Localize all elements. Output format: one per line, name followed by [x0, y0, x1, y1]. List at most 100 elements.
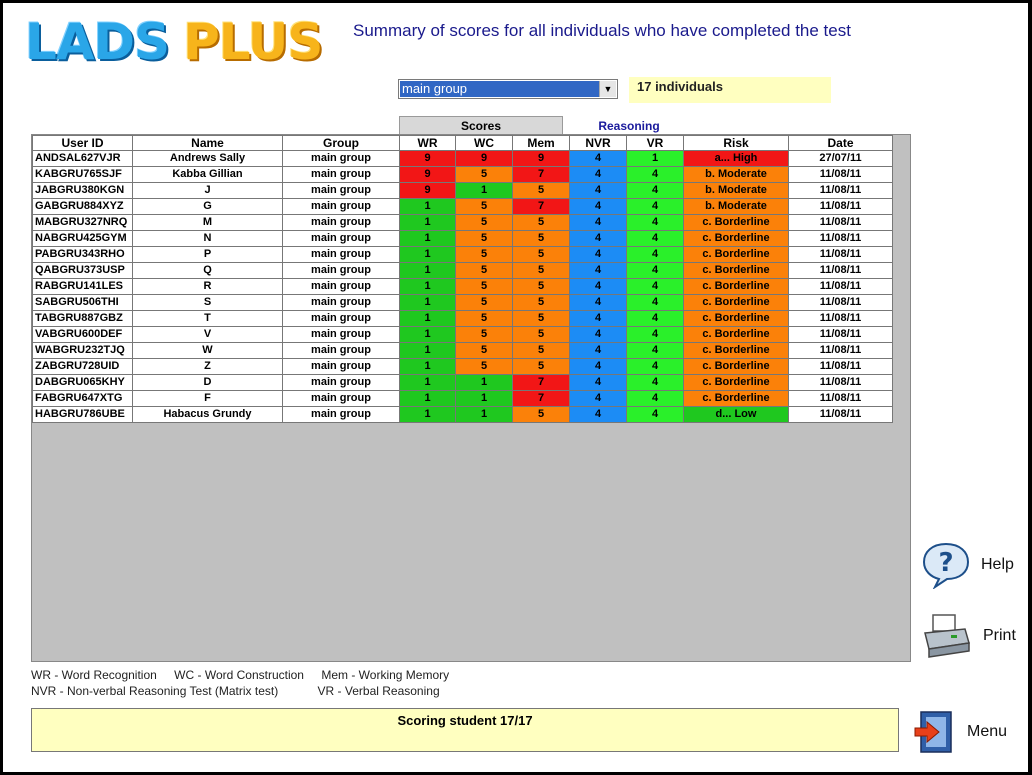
chevron-down-icon[interactable]: ▼: [599, 81, 616, 97]
table-row[interactable]: WABGRU232TJQ Wmain group 1 5 5 4 4 c. Borderlin…: [32, 342, 893, 359]
table-row[interactable]: RABGRU141LES Rmain group 1 5 5 4 4 c. Borderlin…: [32, 278, 893, 295]
cell-name: Kabba Gillian: [132, 166, 283, 183]
cell-mem: 7: [512, 166, 570, 183]
cell-user-id: DABGRU065KHY: [32, 374, 133, 391]
col-header-group[interactable]: Group: [282, 135, 400, 151]
cell-risk: c. Borderline: [683, 278, 789, 295]
cell-name: T: [132, 310, 283, 327]
help-icon: ?: [922, 542, 970, 589]
cell-vr: 4: [626, 230, 684, 247]
col-header-mem[interactable]: Mem: [512, 135, 570, 151]
cell-wr: 9: [399, 150, 456, 167]
cell-wr: 1: [399, 390, 456, 407]
col-header-vr[interactable]: VR: [626, 135, 684, 151]
cell-wc: 5: [455, 326, 513, 343]
col-header-nvr[interactable]: NVR: [569, 135, 627, 151]
cell-name: Q: [132, 262, 283, 279]
cell-mem: 5: [512, 342, 570, 359]
cell-user-id: JABGRU380KGN: [32, 182, 133, 199]
cell-group: main group: [282, 358, 400, 375]
cell-wr: 1: [399, 358, 456, 375]
cell-risk: b. Moderate: [683, 182, 789, 199]
table-row[interactable]: ANDSAL627VJR Andrews Sally main group 9 9 9 4 1…: [32, 150, 893, 167]
menu-button[interactable]: Menu: [913, 710, 1007, 754]
cell-user-id: WABGRU232TJQ: [32, 342, 133, 359]
col-header-date[interactable]: Date: [788, 135, 893, 151]
legend-vr: VR - Verbal Reasoning: [317, 684, 440, 698]
table-row[interactable]: KABGRU765SJF Kabba Gillian main group 9 5 7 4 4…: [32, 166, 893, 183]
cell-wr: 1: [399, 198, 456, 215]
cell-group: main group: [282, 214, 400, 231]
col-header-name[interactable]: Name: [132, 135, 283, 151]
table-row[interactable]: QABGRU373USP Qmain group 1 5 5 4 4 c. Borderlin…: [32, 262, 893, 279]
table-row[interactable]: DABGRU065KHY Dmain group 1 1 7 4 4 c. Borderlin…: [32, 374, 893, 391]
cell-date: 11/08/11: [788, 390, 893, 407]
cell-group: main group: [282, 182, 400, 199]
table-header-row: User ID Name Group WR WC Mem NVR VR Risk…: [32, 135, 893, 151]
cell-vr: 4: [626, 166, 684, 183]
table-row[interactable]: GABGRU884XYZ Gmain group 1 5 7 4 4 b. Moderate 1…: [32, 198, 893, 215]
table-row[interactable]: NABGRU425GYM Nmain group 1 5 5 4 4 c. Borderlin…: [32, 230, 893, 247]
cell-group: main group: [282, 294, 400, 311]
cell-name: J: [132, 182, 283, 199]
table-row[interactable]: ZABGRU728UID Zmain group 1 5 5 4 4 c. Borderlin…: [32, 358, 893, 375]
table-row[interactable]: SABGRU506THI Smain group 1 5 5 4 4 c. Borderlin…: [32, 294, 893, 311]
print-button[interactable]: Print: [921, 613, 1016, 659]
svg-text:?: ?: [938, 548, 953, 578]
col-header-risk[interactable]: Risk: [683, 135, 789, 151]
cell-wc: 5: [455, 230, 513, 247]
cell-wc: 5: [455, 342, 513, 359]
cell-nvr: 4: [569, 198, 627, 215]
cell-risk: d... Low: [683, 406, 789, 423]
cell-vr: 4: [626, 198, 684, 215]
cell-user-id: KABGRU765SJF: [32, 166, 133, 183]
help-button[interactable]: ? Help: [921, 541, 1014, 589]
cell-date: 11/08/11: [788, 182, 893, 199]
cell-wr: 1: [399, 278, 456, 295]
table-row[interactable]: TABGRU887GBZ Tmain group 1 5 5 4 4 c. Borderlin…: [32, 310, 893, 327]
legend-mem: Mem - Working Memory: [321, 668, 450, 682]
logo-lads-text: LADS: [25, 13, 170, 71]
cell-name: V: [132, 326, 283, 343]
cell-mem: 5: [512, 294, 570, 311]
cell-group: main group: [282, 310, 400, 327]
cell-risk: b. Moderate: [683, 198, 789, 215]
cell-date: 11/08/11: [788, 230, 893, 247]
cell-mem: 5: [512, 326, 570, 343]
cell-user-id: SABGRU506THI: [32, 294, 133, 311]
cell-date: 11/08/11: [788, 278, 893, 295]
cell-group: main group: [282, 342, 400, 359]
col-header-wr[interactable]: WR: [399, 135, 456, 151]
col-header-user-id[interactable]: User ID: [32, 135, 133, 151]
table-row[interactable]: MABGRU327NRQ Mmain group 1 5 5 4 4 c. Borderlin…: [32, 214, 893, 231]
cell-risk: c. Borderline: [683, 390, 789, 407]
cell-wr: 1: [399, 294, 456, 311]
table-row[interactable]: VABGRU600DEF Vmain group 1 5 5 4 4 c. Borderlin…: [32, 326, 893, 343]
cell-risk: c. Borderline: [683, 262, 789, 279]
cell-vr: 4: [626, 390, 684, 407]
cell-group: main group: [282, 230, 400, 247]
cell-user-id: ANDSAL627VJR: [32, 150, 133, 167]
table-row[interactable]: JABGRU380KGN Jmain group 9 1 5 4 4 b. Moderate 1…: [32, 182, 893, 199]
cell-wr: 1: [399, 262, 456, 279]
cell-risk: c. Borderline: [683, 246, 789, 263]
table-row[interactable]: FABGRU647XTG Fmain group 1 1 7 4 4 c. Borderlin…: [32, 390, 893, 407]
cell-group: main group: [282, 406, 400, 423]
tab-scores[interactable]: Scores: [399, 116, 563, 134]
tab-reasoning[interactable]: Reasoning: [569, 118, 689, 134]
table-row[interactable]: HABGRU786UBE Habacus Grundy main group 1 1 5 4…: [32, 406, 893, 423]
cell-mem: 5: [512, 278, 570, 295]
cell-user-id: TABGRU887GBZ: [32, 310, 133, 327]
cell-group: main group: [282, 326, 400, 343]
table-row[interactable]: PABGRU343RHO Pmain group 1 5 5 4 4 c. Borderlin…: [32, 246, 893, 263]
group-select[interactable]: main group ▼: [398, 79, 618, 99]
cell-group: main group: [282, 166, 400, 183]
cell-nvr: 4: [569, 326, 627, 343]
cell-name: Andrews Sally: [132, 150, 283, 167]
col-header-wc[interactable]: WC: [455, 135, 513, 151]
cell-mem: 5: [512, 262, 570, 279]
legend-wc: WC - Word Construction: [174, 668, 304, 682]
cell-wc: 5: [455, 246, 513, 263]
legend-line-1: WR - Word Recognition WC - Word Construc…: [31, 667, 449, 683]
cell-wc: 5: [455, 262, 513, 279]
